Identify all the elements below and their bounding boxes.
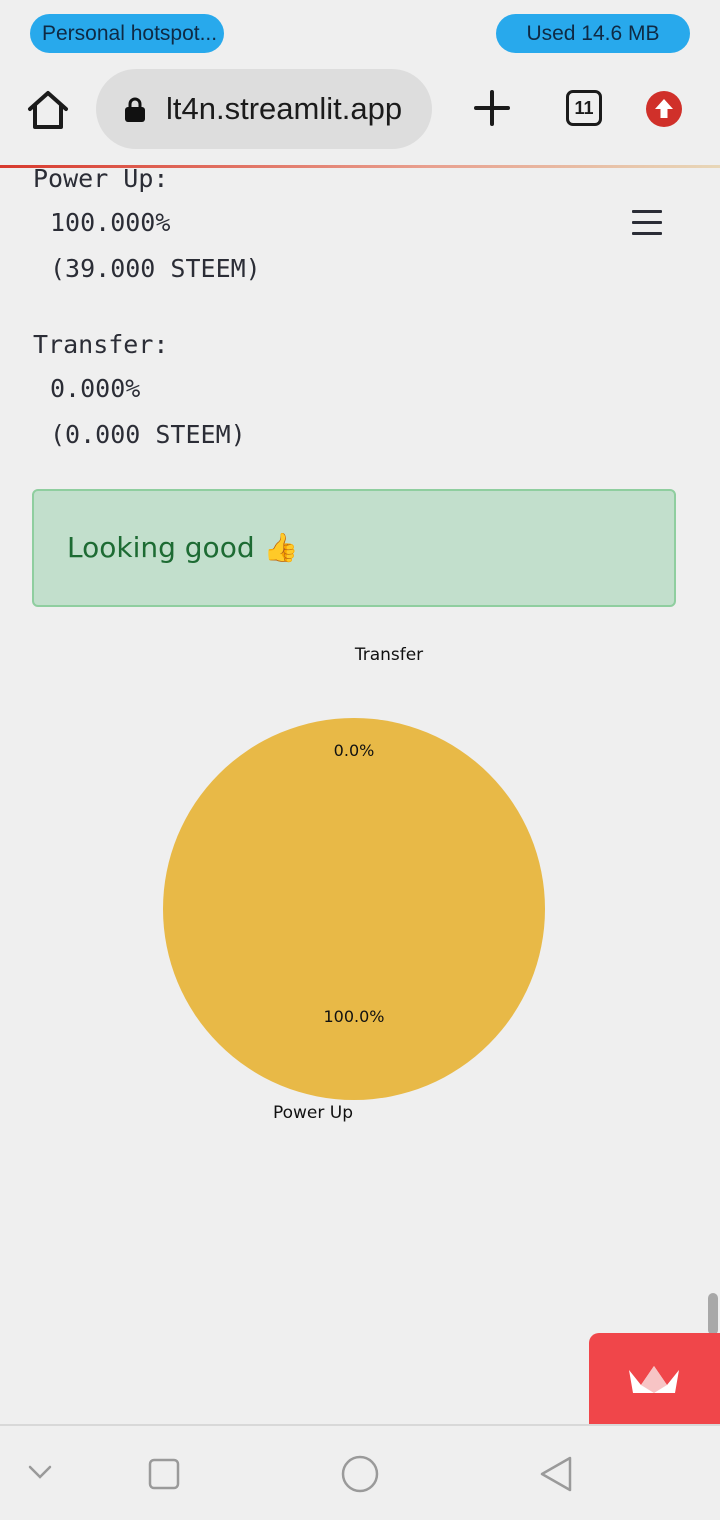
new-tab-button[interactable] [472, 88, 512, 128]
browser-toolbar: lt4n.streamlit.app 11 [0, 66, 720, 166]
home-icon [28, 91, 68, 129]
streamlit-badge[interactable] [589, 1333, 720, 1424]
power-up-label: Power Up: [33, 168, 169, 193]
pie-label-transfer: Transfer [354, 645, 423, 665]
power-up-amount: (39.000 STEEM) [50, 254, 261, 283]
home-circle-icon[interactable] [340, 1454, 380, 1494]
transfer-amount: (0.000 STEEM) [50, 420, 246, 449]
menu-button[interactable] [632, 210, 664, 236]
transfer-label: Transfer: [33, 330, 169, 359]
hamburger-line [632, 221, 662, 224]
pie-slice-power-up [163, 718, 545, 1100]
scrollbar-thumb[interactable] [708, 1293, 718, 1335]
hotspot-pill[interactable]: Personal hotspot... [30, 14, 224, 53]
power-up-percent: 100.000% [50, 208, 171, 237]
update-button[interactable] [646, 91, 682, 127]
success-message: Looking good 👍 [67, 491, 298, 605]
lock-icon [125, 97, 145, 122]
address-bar[interactable]: lt4n.streamlit.app [96, 69, 432, 149]
success-alert: Looking good 👍 [32, 489, 676, 607]
chevron-down-icon[interactable] [28, 1464, 52, 1480]
tabs-button[interactable]: 11 [566, 90, 602, 126]
hamburger-line [632, 232, 662, 235]
data-usage-pill[interactable]: Used 14.6 MB [496, 14, 690, 53]
recents-icon[interactable] [148, 1458, 180, 1490]
plus-icon [474, 90, 510, 126]
url-text[interactable]: lt4n.streamlit.app [166, 69, 402, 149]
page-content: Power Up: 100.000% (39.000 STEEM) Transf… [0, 168, 720, 1424]
update-icon [646, 91, 682, 127]
hamburger-icon [632, 210, 662, 213]
pie-pct-label-transfer: 0.0% [334, 741, 375, 760]
pie-chart: Power Up 100.0% Transfer 0.0% [163, 645, 545, 1123]
home-button[interactable] [26, 88, 70, 132]
crown-icon [629, 1366, 679, 1393]
pie-label-power-up: Power Up [273, 1103, 353, 1123]
success-message-text: Looking good [67, 531, 255, 564]
pie-pct-label-power-up: 100.0% [323, 1007, 384, 1026]
transfer-percent: 0.000% [50, 374, 141, 403]
system-nav-bar [0, 1424, 720, 1520]
thumbs-up-icon: 👍 [263, 531, 299, 564]
status-bar: Personal hotspot... Used 14.6 MB [0, 0, 720, 66]
back-icon[interactable] [538, 1455, 574, 1493]
